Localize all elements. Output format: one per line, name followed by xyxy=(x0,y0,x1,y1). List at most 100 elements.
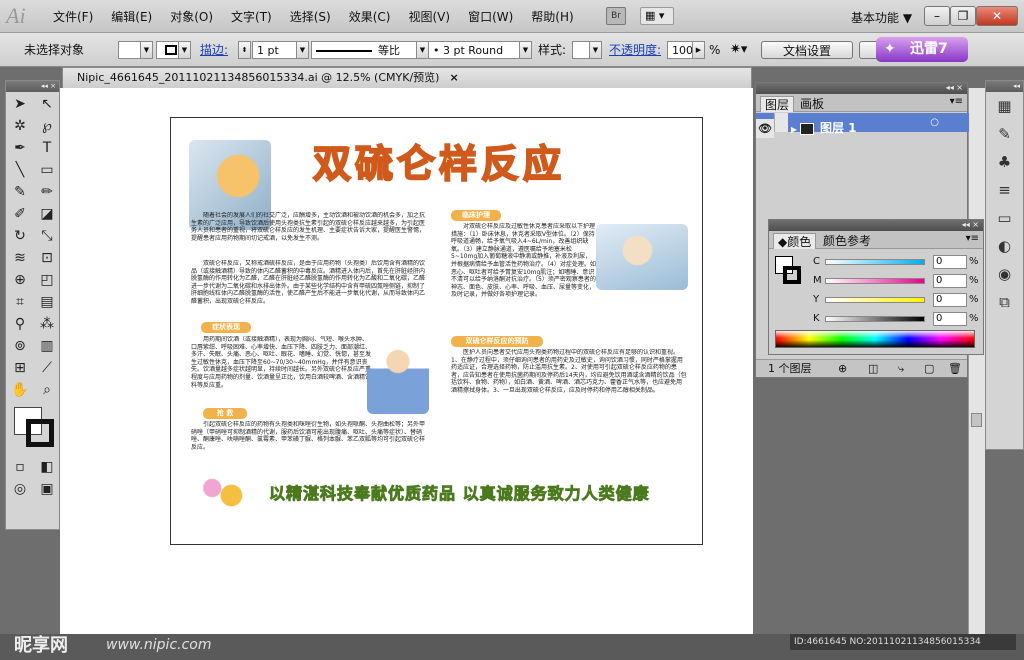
warp-tool-icon[interactable]: ≋ xyxy=(7,248,33,269)
brush-definition[interactable]: • 3 pt Round xyxy=(428,41,520,59)
menu-window[interactable]: 窗口(W) xyxy=(459,8,522,25)
variable-width-profile[interactable]: 等比 xyxy=(311,41,417,59)
magenta-slider[interactable] xyxy=(825,278,925,284)
black-input[interactable]: 0 xyxy=(933,312,967,326)
clipping-mask-icon[interactable]: ◫ xyxy=(868,360,878,378)
tab-artboards[interactable]: 画板 xyxy=(796,96,828,112)
draw-mode-icon[interactable]: ◎ xyxy=(7,479,33,500)
blob-brush-tool-icon[interactable]: ✐ xyxy=(7,204,33,225)
dock-collapse-icon[interactable]: ◂◂ xyxy=(986,81,1023,92)
black-slider[interactable] xyxy=(825,316,925,322)
artboard[interactable]: 双硫仑样反应 随着社会的发展人们的社交广泛，应酬增多，主动饮酒和被动饮酒的机会多… xyxy=(170,117,703,545)
gradient-panel-icon[interactable]: ▭ xyxy=(986,204,1023,232)
selection-tool-icon[interactable]: ➤ xyxy=(7,94,33,115)
brushes-panel-icon[interactable]: ✎ xyxy=(986,120,1023,148)
magenta-input[interactable]: 0 xyxy=(933,274,967,288)
blend-tool-icon[interactable]: ⁂ xyxy=(34,314,60,335)
eyedropper-tool-icon[interactable]: ⚲ xyxy=(7,314,33,335)
magic-wand-tool-icon[interactable]: ✲ xyxy=(7,116,33,137)
type-tool-icon[interactable]: T xyxy=(34,138,60,159)
lock-toggle[interactable] xyxy=(774,113,788,132)
opacity-dropdown[interactable]: ▶ xyxy=(692,41,705,59)
panel-menu-icon[interactable]: ▾≡ xyxy=(966,233,979,244)
stroke-weight-dropdown[interactable]: ▼ xyxy=(296,41,309,59)
menu-edit[interactable]: 编辑(E) xyxy=(102,8,161,25)
tab-layers[interactable]: 图层 xyxy=(760,96,795,112)
mesh-tool-icon[interactable]: ⌗ xyxy=(7,292,33,313)
fill-dropdown[interactable]: ▼ xyxy=(140,41,153,59)
column-graph-tool-icon[interactable]: ▥ xyxy=(34,336,60,357)
expand-arrow-icon[interactable]: ▶ xyxy=(788,120,800,139)
stroke-weight-stepper[interactable]: ⬍ xyxy=(238,41,251,59)
rectangle-tool-icon[interactable]: ▭ xyxy=(34,160,60,181)
minimize-button[interactable]: – xyxy=(924,6,950,26)
brush-dropdown[interactable]: ▼ xyxy=(519,41,532,59)
stroke-weight-input[interactable]: 1 pt xyxy=(252,41,298,59)
slice-tool-icon[interactable]: ⟋ xyxy=(34,358,60,379)
xunlei-badge[interactable]: ✦ 迅雷7 xyxy=(876,37,968,62)
artboard-tool-icon[interactable]: ⊞ xyxy=(7,358,33,379)
lasso-tool-icon[interactable]: ℘ xyxy=(34,116,60,137)
symbols-panel-icon[interactable]: ♣ xyxy=(986,148,1023,176)
color-spectrum-bar[interactable] xyxy=(775,330,975,348)
opacity-input[interactable]: 100 xyxy=(667,41,693,59)
graphic-styles-panel-icon[interactable]: ⧉ xyxy=(986,288,1023,316)
pencil-tool-icon[interactable]: ✏ xyxy=(34,182,60,203)
cyan-input[interactable]: 0 xyxy=(933,255,967,269)
menu-object[interactable]: 对象(O) xyxy=(161,8,222,25)
color-mode-icon[interactable]: ▫ xyxy=(7,457,33,478)
panel-collapse-icon[interactable]: ◂◂ × xyxy=(769,220,983,231)
close-button[interactable]: ✕ xyxy=(976,6,1018,26)
panel-collapse-icon[interactable]: ◂◂ × xyxy=(6,81,59,92)
tab-color[interactable]: ◆颜色 xyxy=(773,233,817,249)
menu-type[interactable]: 文字(T) xyxy=(222,8,281,25)
transparency-panel-icon[interactable]: ◐ xyxy=(986,232,1023,260)
menu-file[interactable]: 文件(F) xyxy=(44,8,102,25)
scale-tool-icon[interactable]: ⤡ xyxy=(34,226,60,247)
menu-view[interactable]: 视图(V) xyxy=(399,8,459,25)
opacity-label[interactable]: 不透明度: xyxy=(609,41,661,59)
gradient-tool-icon[interactable]: ▤ xyxy=(34,292,60,313)
cyan-slider[interactable] xyxy=(825,259,925,265)
eraser-tool-icon[interactable]: ◪ xyxy=(34,204,60,225)
new-layer-icon[interactable]: ▢ xyxy=(924,360,934,378)
bridge-button[interactable]: Br xyxy=(606,7,626,25)
workspace-switcher[interactable]: 基本功能 ▼ xyxy=(851,9,912,26)
perspective-grid-tool-icon[interactable]: ◰ xyxy=(34,270,60,291)
stroke-panel-icon[interactable]: ≡ xyxy=(986,176,1023,204)
vertical-scrollbar[interactable] xyxy=(968,88,985,634)
yellow-slider[interactable] xyxy=(825,297,925,303)
rotate-tool-icon[interactable]: ↻ xyxy=(7,226,33,247)
free-transform-tool-icon[interactable]: ⊡ xyxy=(34,248,60,269)
document-setup-button[interactable]: 文档设置 xyxy=(761,41,853,59)
eye-icon[interactable]: 👁 xyxy=(756,119,774,138)
tab-color-guide[interactable]: 颜色参考 xyxy=(819,233,875,249)
line-tool-icon[interactable]: ╲ xyxy=(7,160,33,181)
recolor-artwork-icon[interactable]: ✷▾ xyxy=(730,41,747,59)
menu-select[interactable]: 选择(S) xyxy=(281,8,340,25)
locate-object-icon[interactable]: ⊕ xyxy=(838,360,847,378)
new-sublayer-icon[interactable]: ⤷ xyxy=(898,360,904,378)
menu-help[interactable]: 帮助(H) xyxy=(522,8,582,25)
stroke-color-box[interactable] xyxy=(26,419,54,447)
pen-tool-icon[interactable]: ✒ xyxy=(7,138,33,159)
symbol-sprayer-tool-icon[interactable]: ⊚ xyxy=(7,336,33,357)
document-tab[interactable]: Nipic_4661645_20111021134856015334.ai @ … xyxy=(62,67,752,88)
appearance-panel-icon[interactable]: ◉ xyxy=(986,260,1023,288)
yellow-input[interactable]: 0 xyxy=(933,293,967,307)
menu-effect[interactable]: 效果(C) xyxy=(340,8,400,25)
paintbrush-tool-icon[interactable]: ✎ xyxy=(7,182,33,203)
direct-selection-tool-icon[interactable]: ↖ xyxy=(34,94,60,115)
scrollbar-thumb[interactable] xyxy=(971,413,982,427)
swatches-panel-icon[interactable]: ▦ xyxy=(986,92,1023,120)
screen-mode-icon[interactable]: ▣ xyxy=(34,479,60,500)
hand-tool-icon[interactable]: ✋ xyxy=(7,380,33,401)
panel-collapse-icon[interactable]: ◂◂ × xyxy=(756,83,967,94)
style-dropdown[interactable]: ▼ xyxy=(589,41,602,59)
fill-stroke-widget[interactable] xyxy=(6,403,59,455)
zoom-tool-icon[interactable]: ⌕ xyxy=(34,380,60,401)
target-circle-icon[interactable]: ○ xyxy=(930,113,939,132)
stroke-label[interactable]: 描边: xyxy=(200,41,228,59)
layer-row[interactable]: 👁 ▶ 图层 1 ○ xyxy=(756,113,969,138)
shape-builder-tool-icon[interactable]: ⊕ xyxy=(7,270,33,291)
